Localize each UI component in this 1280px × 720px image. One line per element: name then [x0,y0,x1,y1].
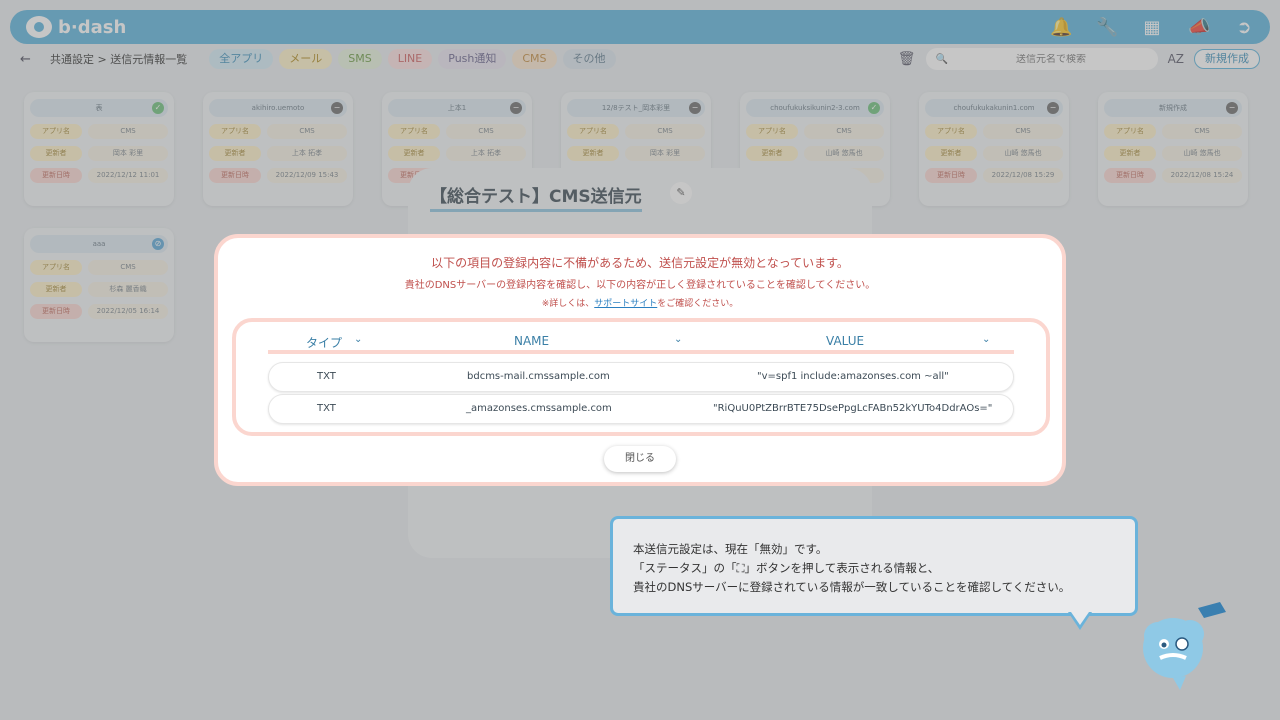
support-site-link[interactable]: サポートサイト [594,299,657,309]
balloon-tail-inner [1071,612,1089,625]
balloon-line-3: 貴社のDNSサーバーに登録されている情報が一致していることを確認してください。 [633,580,1071,594]
chevron-down-icon[interactable]: ⌄ [674,334,682,345]
dns-error-modal: 以下の項目の登録内容に不備があるため、送信元設定が無効となっています。 貴社のD… [214,234,1066,486]
column-type-header[interactable]: タイプ [306,334,342,351]
column-name-header[interactable]: NAME [514,334,549,348]
row-value: "v=spf1 include:amazonses.com ~all" [757,371,949,382]
chevron-down-icon[interactable]: ⌄ [982,334,990,345]
balloon-line-2: 「ステータス」の「⛶」ボタンを押して表示される情報と、 [633,561,940,575]
support-note-suffix: をご確認ください。 [657,299,739,309]
row-type: TXT [317,371,336,382]
close-button[interactable]: 閉じる [604,446,676,472]
chevron-down-icon[interactable]: ⌄ [354,334,362,345]
column-value-header[interactable]: VALUE [826,334,864,348]
guide-balloon: 本送信元設定は、現在「無効」です。 「ステータス」の「⛶」ボタンを押して表示され… [610,516,1138,616]
error-message-2: 貴社のDNSサーバーの登録内容を確認し、以下の内容が正しく登録されていることを確… [404,280,876,291]
row-name: bdcms-mail.cmssample.com [467,371,610,382]
row-value: "RiQuU0PtZBrrBTE75DsePpgLcFABn52kYUTo4Dd… [713,403,993,414]
table-header: タイプ ⌄ NAME ⌄ VALUE ⌄ [268,332,1014,354]
dns-records-table: タイプ ⌄ NAME ⌄ VALUE ⌄ TXT bdcms-mail.cmss… [232,318,1050,436]
support-note: ※詳しくは、サポートサイトをご確認ください。 [218,296,1062,309]
mascot-icon [1143,602,1226,690]
balloon-line-1: 本送信元設定は、現在「無効」です。 [633,542,828,556]
error-message-1: 以下の項目の登録内容に不備があるため、送信元設定が無効となっています。 [431,256,849,270]
support-note-prefix: ※詳しくは、 [541,299,595,309]
table-row: TXT _amazonses.cmssample.com "RiQuU0PtZB… [268,394,1014,424]
table-row: TXT bdcms-mail.cmssample.com "v=spf1 inc… [268,362,1014,392]
row-name: _amazonses.cmssample.com [466,403,612,414]
row-type: TXT [317,403,336,414]
